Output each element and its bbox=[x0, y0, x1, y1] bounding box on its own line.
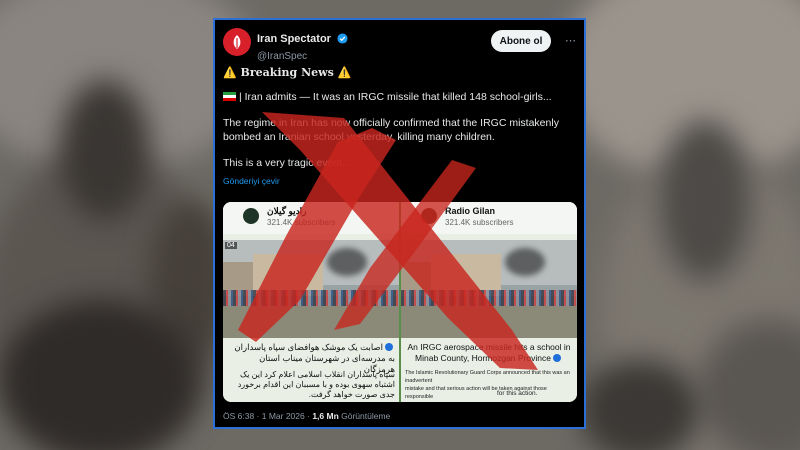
english-caption-end: for this action. bbox=[497, 390, 538, 397]
tweet-paragraph: The regime in Iran has now officially co… bbox=[223, 117, 559, 143]
photo-badge: 04 bbox=[225, 242, 237, 249]
tweet-card: Iran Spectator @IranSpec Abone ol ⋯ ⚠️ B… bbox=[213, 18, 586, 429]
channel-avatar bbox=[421, 208, 437, 224]
news-photo bbox=[401, 240, 577, 338]
more-options-icon[interactable]: ⋯ bbox=[565, 34, 577, 47]
channel-name: Radio Gilan bbox=[445, 206, 496, 216]
tweet-footer: ÖS 6:38 · 1 Mar 2026 · 1,6 Mn Görüntülem… bbox=[223, 411, 390, 421]
headline-text: | Iran admits — It was an IRGC missile t… bbox=[239, 91, 552, 103]
media-panel-english: Radio Gilan 321.4K subscribers An IRGC a… bbox=[401, 202, 577, 402]
tweet-text: ⚠️ Breaking News ⚠️ | Iran admits — It w… bbox=[223, 66, 573, 188]
iran-flag-icon bbox=[223, 92, 236, 101]
tweet-media[interactable]: راديو گيلان 321.4K subscribers 04 اصابت … bbox=[223, 202, 577, 402]
subscriber-count: 321.4K subscribers bbox=[267, 218, 336, 227]
translate-post-link[interactable]: Gönderiyi çevir bbox=[223, 174, 573, 188]
channel-avatar bbox=[243, 208, 259, 224]
blue-circle-icon bbox=[552, 354, 561, 362]
blue-circle-icon bbox=[385, 343, 393, 351]
tweet-closing-line: This is a very tragic event... bbox=[223, 157, 351, 169]
display-name[interactable]: Iran Spectator bbox=[257, 33, 331, 45]
verified-badge-icon bbox=[337, 31, 348, 49]
author-names: Iran Spectator @IranSpec bbox=[257, 29, 348, 62]
tweet-header: Iran Spectator @IranSpec Abone ol ⋯ bbox=[223, 28, 578, 62]
english-caption-detail: The Islamic Revolutionary Guard Corps an… bbox=[405, 370, 570, 400]
telegram-header: Radio Gilan 321.4K subscribers bbox=[401, 202, 577, 234]
persian-caption-detail: سپاه پاسداران انقلاب اسلامی اعلام کرد ای… bbox=[237, 370, 395, 399]
news-photo: 04 bbox=[223, 240, 399, 338]
headline-line: | Iran admits — It was an IRGC missile t… bbox=[223, 90, 573, 104]
view-count: 1,6 Mn bbox=[312, 411, 339, 421]
telegram-header: راديو گيلان 321.4K subscribers bbox=[223, 202, 399, 234]
handle[interactable]: @IranSpec bbox=[257, 51, 348, 62]
subscriber-count: 321.4K subscribers bbox=[445, 218, 514, 227]
avatar[interactable] bbox=[223, 28, 251, 56]
timestamp[interactable]: ÖS 6:38 · 1 Mar 2026 · bbox=[223, 411, 310, 421]
channel-name: راديو گيلان bbox=[267, 206, 307, 216]
breaking-news-line: ⚠️ Breaking News ⚠️ bbox=[223, 66, 352, 79]
english-caption: An IRGC aerospace missile hits a school … bbox=[407, 342, 571, 363]
media-panel-persian: راديو گيلان 321.4K subscribers 04 اصابت … bbox=[223, 202, 399, 402]
follow-button[interactable]: Abone ol bbox=[491, 30, 551, 52]
views-label: Görüntüleme bbox=[341, 411, 391, 421]
iran-emblem-icon bbox=[233, 35, 241, 49]
